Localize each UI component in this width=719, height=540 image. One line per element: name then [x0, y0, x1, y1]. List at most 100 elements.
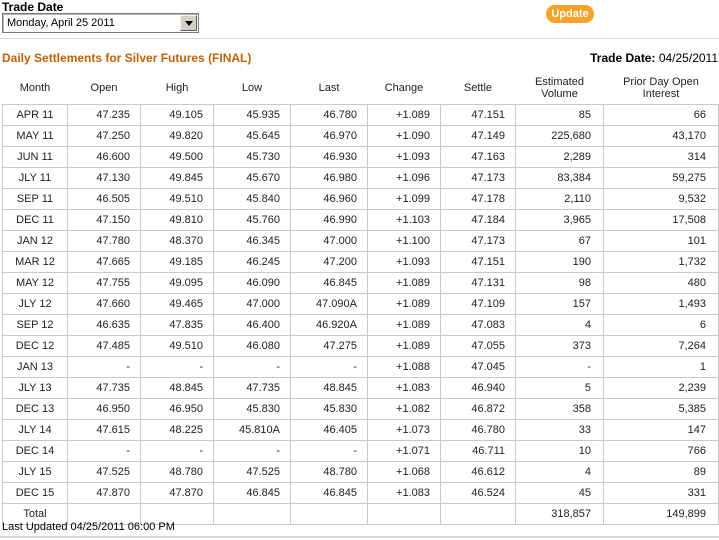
low-cell: 45.760	[213, 209, 291, 231]
total-low-cell	[213, 503, 291, 525]
high-cell: 46.950	[140, 398, 214, 420]
month-cell: APR 11	[2, 104, 68, 126]
oi-cell: 17,508	[603, 209, 719, 231]
settle-cell: 47.045	[440, 356, 516, 378]
month-cell: JAN 13	[2, 356, 68, 378]
table-row: DEC 15 47.870 47.870 46.845 46.845 +1.083 46.5…	[2, 482, 719, 504]
high-cell: 49.510	[140, 188, 214, 210]
open-cell: 46.635	[67, 314, 141, 336]
change-cell: +1.089	[367, 335, 441, 357]
high-cell: 49.510	[140, 335, 214, 357]
silver-futures-settlements-page: Trade Date Monday, April 25 2011 Update …	[0, 0, 719, 540]
high-cell: 49.845	[140, 167, 214, 189]
oi-cell: 147	[603, 419, 719, 441]
low-cell: 45.645	[213, 125, 291, 147]
settlements-table: Month Open High Low Last Change Settle E…	[2, 75, 719, 525]
month-cell: JLY 11	[2, 167, 68, 189]
open-cell: 47.755	[67, 272, 141, 294]
oi-cell: 89	[603, 461, 719, 483]
volume-cell: 67	[515, 230, 604, 252]
month-cell: JLY 12	[2, 293, 68, 315]
settle-cell: 47.151	[440, 104, 516, 126]
low-cell: -	[213, 440, 291, 462]
change-cell: +1.082	[367, 398, 441, 420]
table-body: APR 11 47.235 49.105 45.935 46.780 +1.089 47.1…	[2, 104, 719, 525]
last-cell: 46.970	[290, 125, 368, 147]
oi-cell: 480	[603, 272, 719, 294]
open-cell: 47.130	[67, 167, 141, 189]
low-cell: 45.670	[213, 167, 291, 189]
last-cell: 48.780	[290, 461, 368, 483]
change-cell: +1.068	[367, 461, 441, 483]
oi-cell: 9,532	[603, 188, 719, 210]
high-cell: -	[140, 356, 214, 378]
change-cell: +1.083	[367, 377, 441, 399]
change-cell: +1.090	[367, 125, 441, 147]
total-volume-cell: 318,857	[515, 503, 604, 525]
update-button[interactable]: Update	[546, 5, 594, 23]
open-cell: 47.660	[67, 293, 141, 315]
low-cell: 45.935	[213, 104, 291, 126]
last-updated-text: Last Updated 04/25/2011 06:00 PM	[2, 521, 175, 533]
table-row: DEC 12 47.485 49.510 46.080 47.275 +1.089 47.0…	[2, 335, 719, 357]
change-cell: +1.093	[367, 251, 441, 273]
dropdown-arrow-button[interactable]	[180, 15, 197, 31]
settle-cell: 47.149	[440, 125, 516, 147]
oi-cell: 1	[603, 356, 719, 378]
settle-cell: 47.151	[440, 251, 516, 273]
open-cell: 47.665	[67, 251, 141, 273]
change-cell: +1.089	[367, 272, 441, 294]
trade-date-dropdown-value: Monday, April 25 2011	[7, 17, 115, 29]
chevron-down-icon	[184, 20, 193, 26]
trade-date-dropdown[interactable]: Monday, April 25 2011	[2, 13, 199, 33]
low-cell: 46.245	[213, 251, 291, 273]
last-cell: 47.200	[290, 251, 368, 273]
volume-cell: 5	[515, 377, 604, 399]
change-cell: +1.083	[367, 482, 441, 504]
high-cell: -	[140, 440, 214, 462]
low-cell: 45.830	[213, 398, 291, 420]
month-cell: DEC 14	[2, 440, 68, 462]
settle-cell: 46.940	[440, 377, 516, 399]
month-cell: MAR 12	[2, 251, 68, 273]
high-cell: 49.500	[140, 146, 214, 168]
open-cell: 47.870	[67, 482, 141, 504]
last-cell: -	[290, 440, 368, 462]
oi-cell: 7,264	[603, 335, 719, 357]
month-cell: SEP 11	[2, 188, 68, 210]
last-cell: 46.405	[290, 419, 368, 441]
open-cell: 47.235	[67, 104, 141, 126]
open-cell: 46.950	[67, 398, 141, 420]
last-cell: 45.830	[290, 398, 368, 420]
last-cell: 48.845	[290, 377, 368, 399]
volume-cell: 45	[515, 482, 604, 504]
month-cell: DEC 13	[2, 398, 68, 420]
table-row: DEC 13 46.950 46.950 45.830 45.830 +1.082 46.8…	[2, 398, 719, 420]
low-cell: 47.000	[213, 293, 291, 315]
oi-cell: 1,732	[603, 251, 719, 273]
low-cell: 47.525	[213, 461, 291, 483]
high-cell: 48.845	[140, 377, 214, 399]
open-cell: 46.600	[67, 146, 141, 168]
low-cell: 45.730	[213, 146, 291, 168]
table-row: SEP 12 46.635 47.835 46.400 46.920A +1.089 47.…	[2, 314, 719, 336]
month-cell: DEC 12	[2, 335, 68, 357]
table-row: DEC 11 47.150 49.810 45.760 46.990 +1.103 47.1…	[2, 209, 719, 231]
oi-cell: 5,385	[603, 398, 719, 420]
table-row: MAR 12 47.665 49.185 46.245 47.200 +1.093 47.1…	[2, 251, 719, 273]
column-header-change: Change	[384, 82, 424, 94]
settle-cell: 47.178	[440, 188, 516, 210]
low-cell: 47.735	[213, 377, 291, 399]
last-cell: 46.845	[290, 482, 368, 504]
settle-cell: 47.173	[440, 167, 516, 189]
last-cell: 46.845	[290, 272, 368, 294]
column-header-estimated-volume: Estimated Volume	[535, 76, 584, 100]
trade-date-label: Trade Date	[2, 0, 64, 14]
total-last-cell	[290, 503, 368, 525]
bottom-divider	[0, 536, 719, 538]
table-row: APR 11 47.235 49.105 45.935 46.780 +1.089 47.1…	[2, 104, 719, 126]
oi-cell: 43,170	[603, 125, 719, 147]
settle-cell: 47.083	[440, 314, 516, 336]
high-cell: 47.835	[140, 314, 214, 336]
oi-cell: 314	[603, 146, 719, 168]
